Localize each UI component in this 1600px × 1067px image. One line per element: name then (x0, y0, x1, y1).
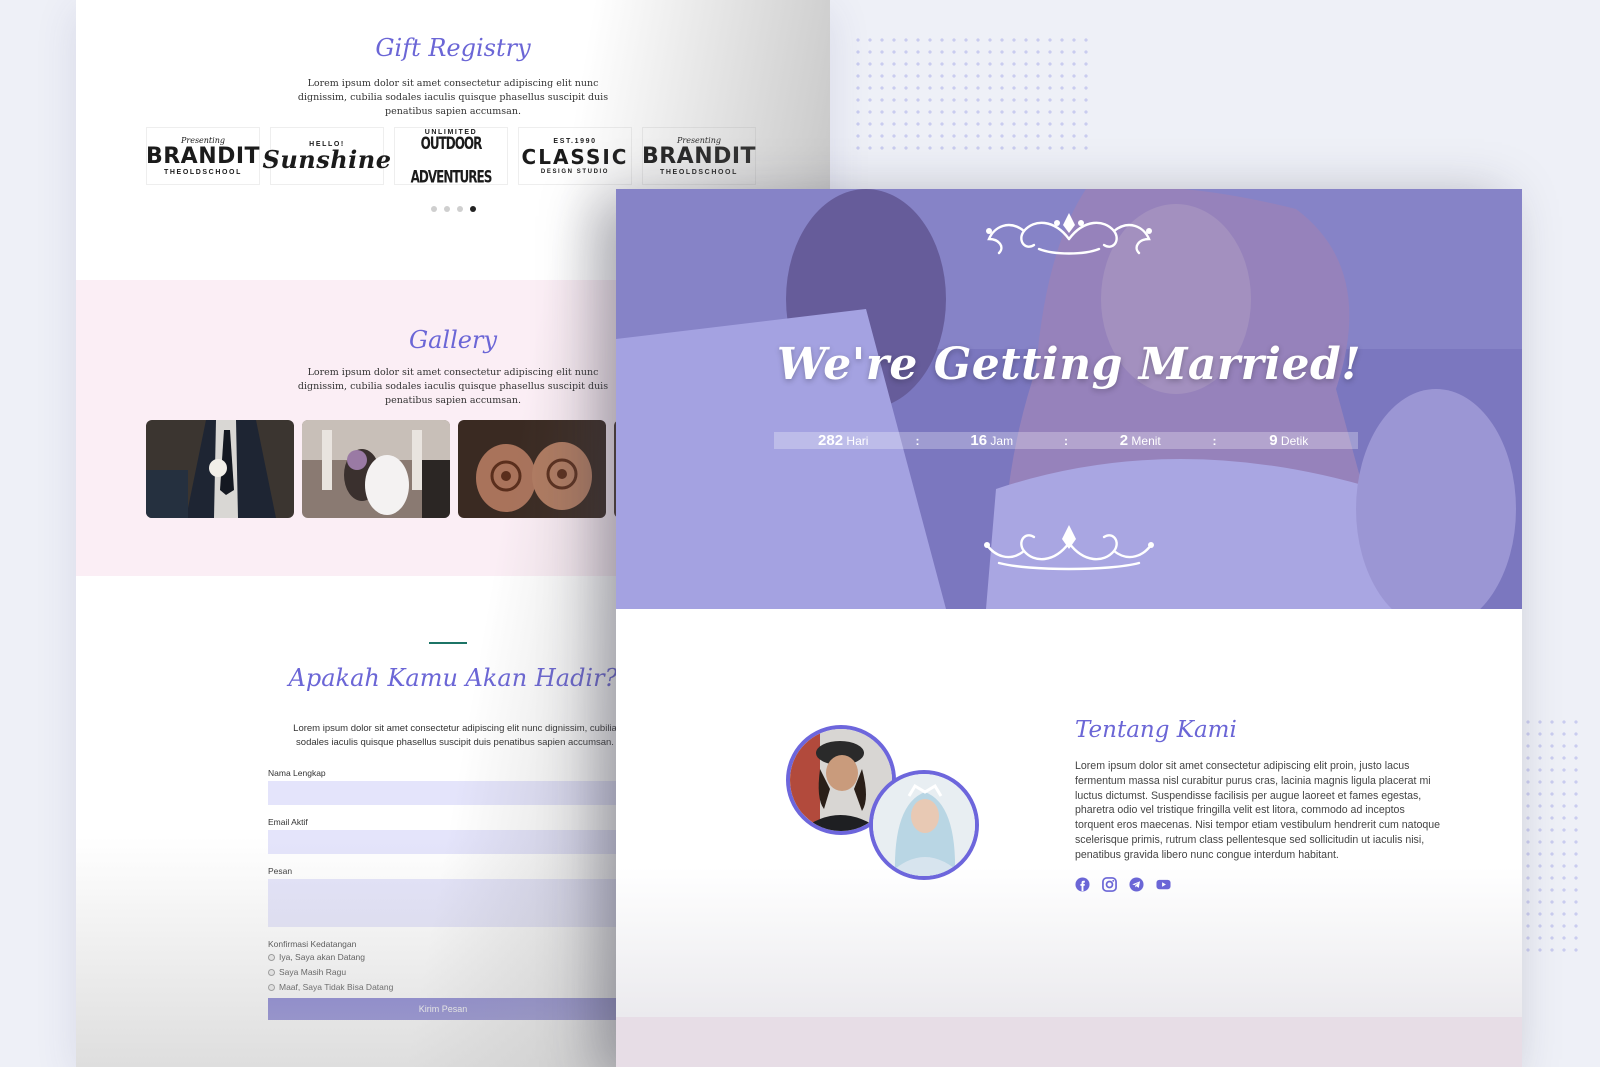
gallery-photo-ceremony[interactable] (302, 420, 450, 518)
right-page-preview: We're Getting Married! 282 Hari : 16 Jam… (616, 189, 1522, 1067)
countdown-minutes-value: 2 (1119, 432, 1129, 449)
about-title: Tentang Kami (1075, 717, 1237, 743)
radio-circle[interactable] (268, 983, 275, 991)
radio-label: Maaf, Saya Tidak Bisa Datang (279, 982, 394, 992)
youtube-icon[interactable] (1156, 877, 1171, 892)
logo-subtitle: THEOLDSCHOOL (660, 169, 738, 176)
logo-outdoor-adventures: UNLIMITED OUTDOOR ADVENTURES (394, 127, 508, 186)
about-section: Tentang Kami Lorem ipsum dolor sit amet … (616, 609, 1522, 1067)
logo-wordmark: OUTDOOR ADVENTURES (410, 132, 493, 187)
logo-subtitle: THEOLDSCHOOL (164, 169, 242, 176)
carousel-dot[interactable] (456, 206, 463, 212)
logo-wordmark: Sunshine (262, 144, 392, 174)
ornament-bottom-icon (984, 525, 1154, 571)
logo-tagline: EST.1990 (553, 137, 597, 145)
radio-circle[interactable] (268, 968, 275, 976)
countdown-days-label: Hari (846, 434, 869, 448)
carousel-dot-active[interactable] (469, 206, 476, 212)
countdown-seconds: 9 Detik (1220, 432, 1359, 449)
decorative-dot-pattern (852, 34, 1092, 154)
gift-registry-title: Gift Registry (375, 34, 531, 62)
logo-wordmark: CLASSIC (521, 144, 629, 169)
radio-label: Saya Masih Ragu (279, 967, 347, 977)
countdown-minutes: 2 Menit (1071, 432, 1210, 449)
logo-classic: EST.1990 CLASSIC DESIGN STUDIO (518, 127, 632, 185)
logo-subtitle: DESIGN STUDIO (540, 168, 610, 175)
social-links (1075, 877, 1171, 892)
carousel-dot[interactable] (430, 206, 437, 212)
gift-registry-text: Lorem ipsum dolor sit amet consectetur a… (297, 78, 609, 117)
sponsor-logo-carousel[interactable]: Presenting BRANDIT THEOLDSCHOOL HELLO! S… (146, 127, 756, 186)
gallery-text: Lorem ipsum dolor sit amet consectetur a… (297, 367, 609, 406)
decorative-dot-pattern (1522, 716, 1582, 956)
countdown-hours-label: Jam (990, 434, 1014, 448)
next-section-strip (616, 1017, 1522, 1067)
bride-avatar (869, 770, 979, 880)
radio-circle[interactable] (268, 953, 275, 961)
countdown-separator: : (915, 433, 920, 448)
radio-label: Iya, Saya akan Datang (279, 952, 366, 962)
countdown-days: 282 Hari (774, 432, 913, 449)
instagram-icon[interactable] (1102, 877, 1117, 892)
countdown-timer: 282 Hari : 16 Jam : 2 Menit : 9 Detik (774, 432, 1358, 449)
hero-section: We're Getting Married! 282 Hari : 16 Jam… (616, 189, 1522, 609)
ornament-top-icon (986, 213, 1152, 255)
logo-wordmark: BRANDIT (145, 144, 261, 169)
telegram-icon[interactable] (1129, 877, 1144, 892)
send-message-button[interactable]: Kirim Pesan (268, 998, 618, 1020)
countdown-hours: 16 Jam (923, 432, 1062, 449)
countdown-seconds-label: Detik (1280, 434, 1309, 448)
logo-wordmark: BRANDIT (641, 144, 757, 169)
logo-sunshine: HELLO! Sunshine (262, 127, 391, 185)
divider-line (429, 642, 467, 644)
countdown-minutes-label: Menit (1131, 434, 1161, 448)
rsvp-text: Lorem ipsum dolor sit amet consectetur a… (293, 723, 617, 748)
facebook-icon[interactable] (1075, 877, 1090, 892)
gallery-photo-groom[interactable] (146, 420, 294, 518)
countdown-separator: : (1212, 433, 1217, 448)
hero-title: We're Getting Married! (776, 339, 1362, 390)
logo-brandit: Presenting BRANDIT THEOLDSCHOOL (146, 127, 260, 185)
countdown-hours-value: 16 (970, 432, 988, 449)
carousel-dot[interactable] (443, 206, 450, 212)
about-text: Lorem ipsum dolor sit amet consectetur a… (1075, 760, 1441, 861)
countdown-days-value: 282 (818, 432, 844, 449)
logo-brandit: Presenting BRANDIT THEOLDSCHOOL (642, 127, 756, 185)
countdown-seconds-value: 9 (1269, 432, 1278, 449)
gallery-photo-henna[interactable] (458, 420, 606, 518)
countdown-separator: : (1064, 433, 1068, 448)
